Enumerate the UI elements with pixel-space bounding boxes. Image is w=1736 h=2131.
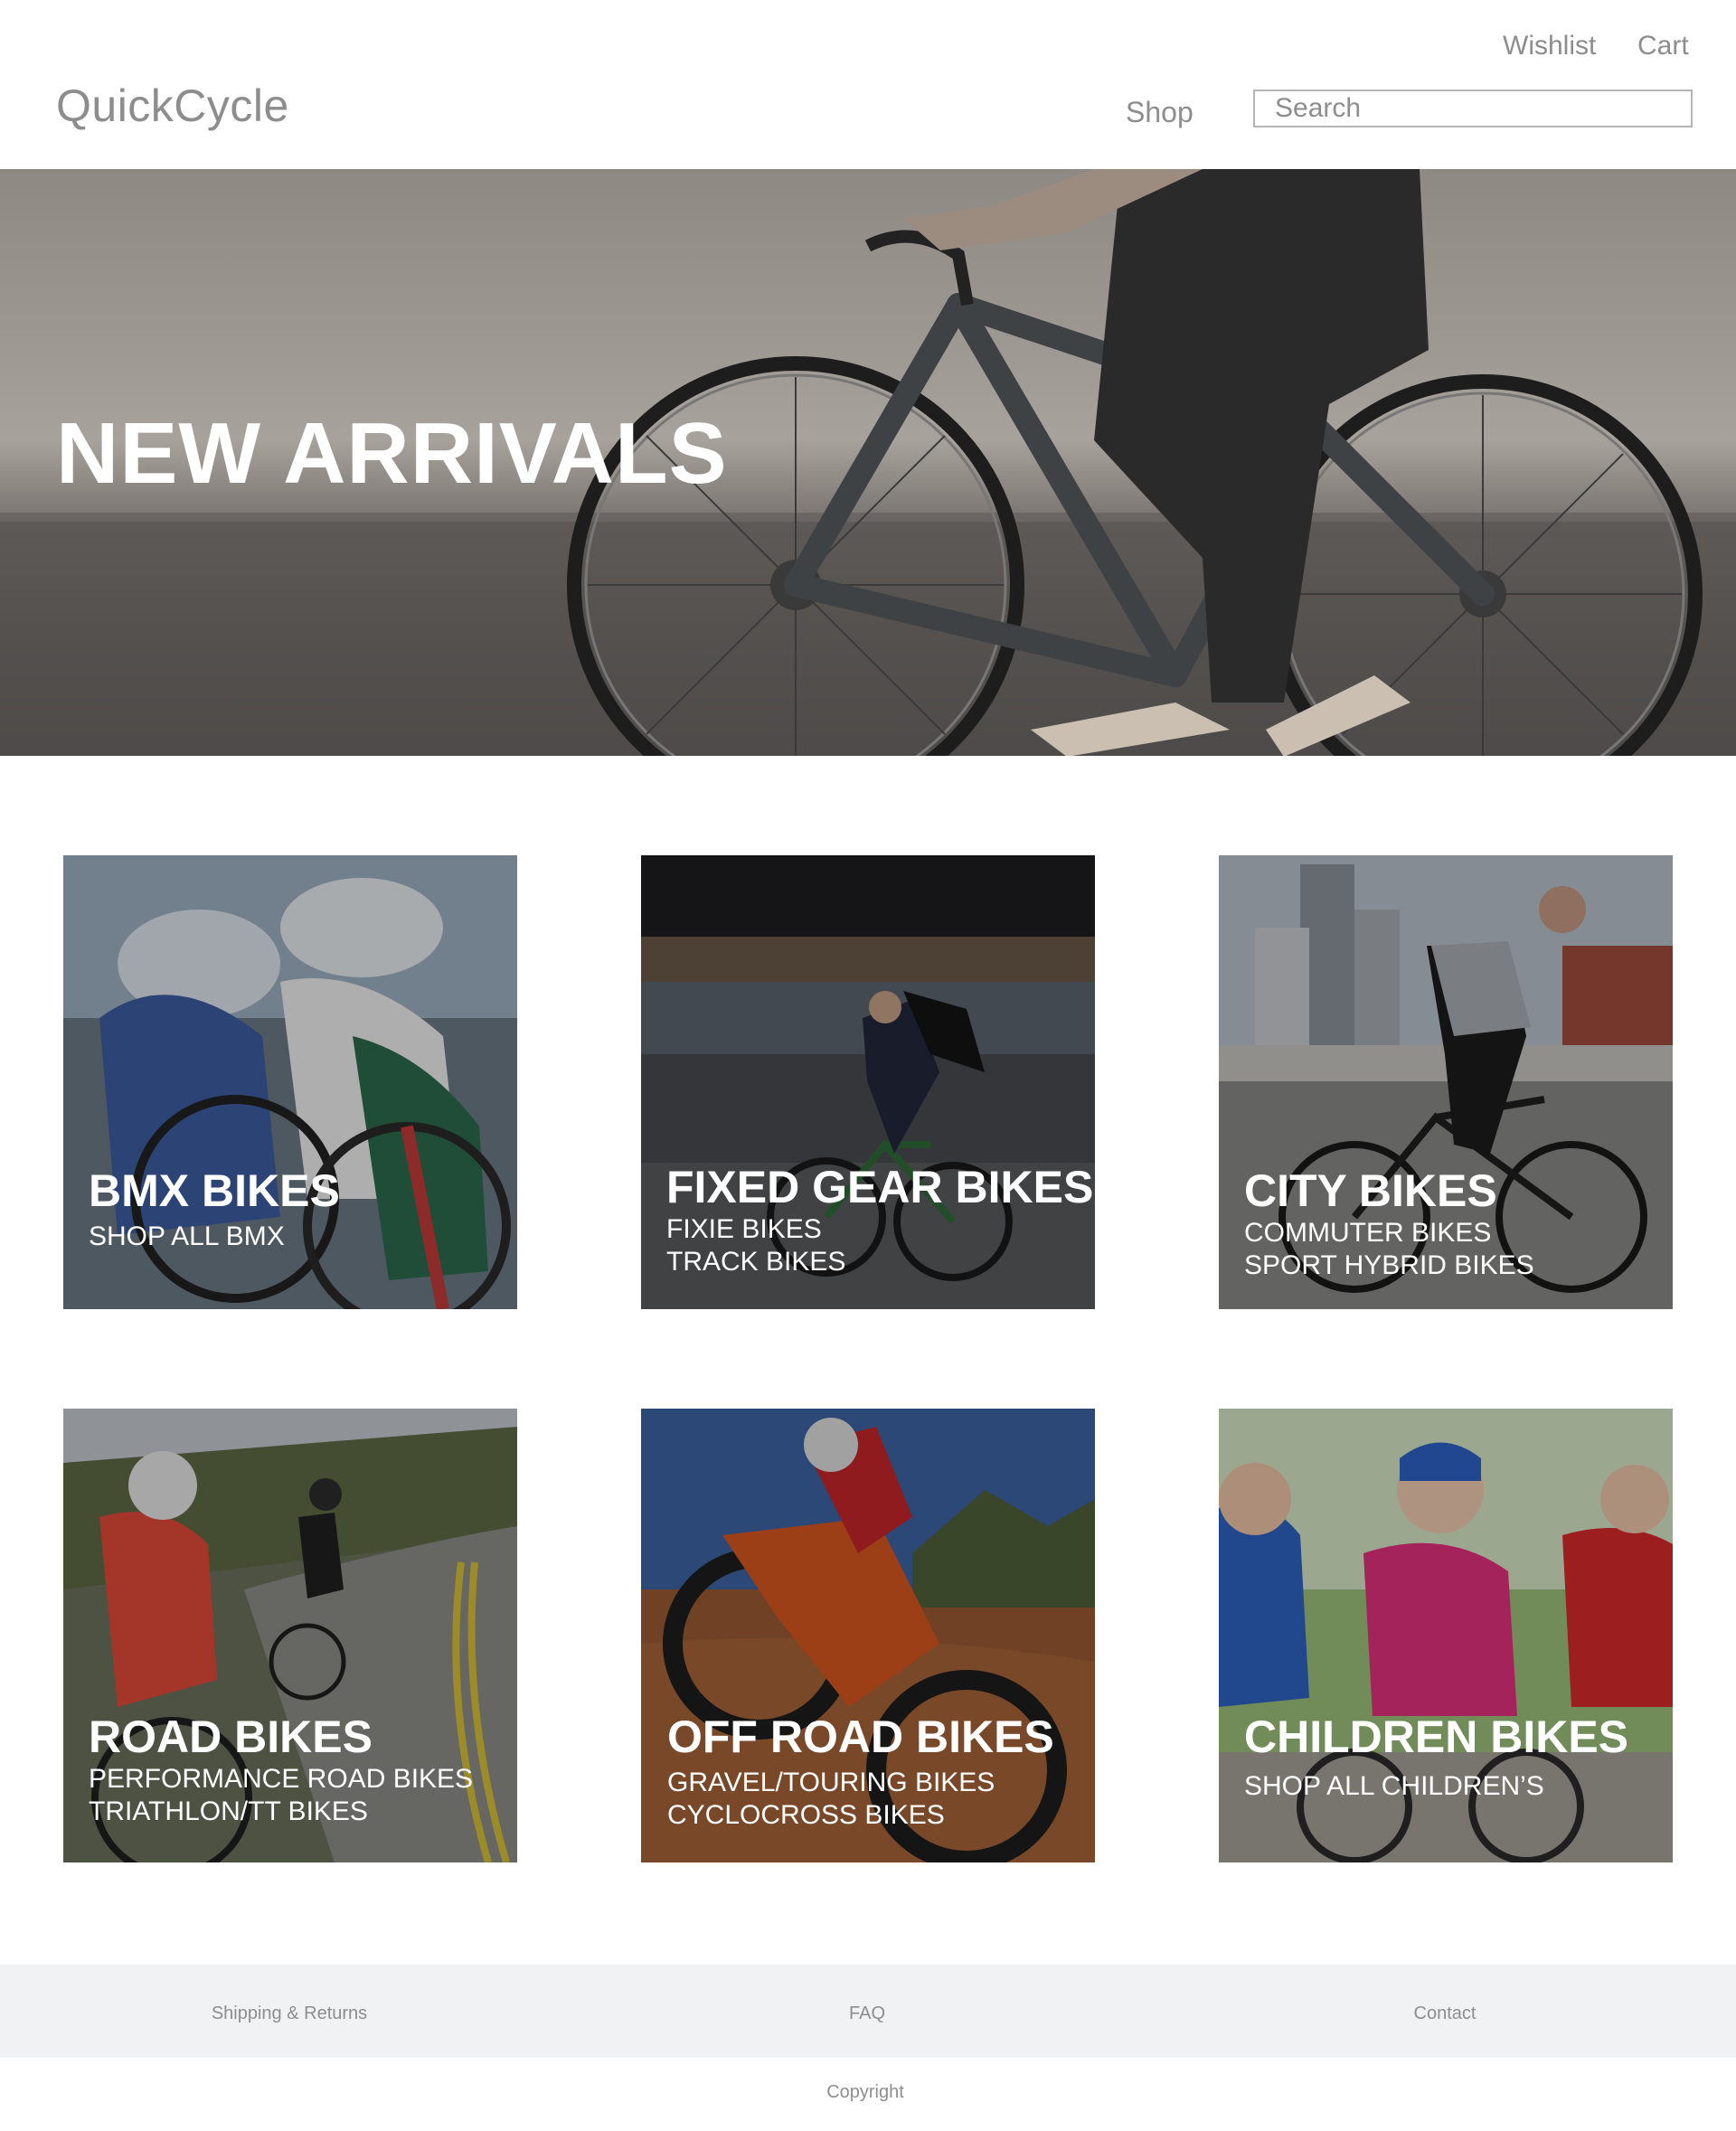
tile-caption: CITY BIKES COMMUTER BIKES SPORT HYBRID B…: [1244, 1166, 1534, 1282]
search-box[interactable]: [1253, 90, 1693, 127]
site-header: QuickCycle Wishlist Cart Shop: [0, 0, 1736, 169]
copyright-text: Copyright: [826, 2082, 904, 2102]
category-link[interactable]: FIXIE BIKES: [666, 1213, 1093, 1246]
tile-caption: OFF ROAD BIKES GRAVEL/TOURING BIKES CYCL…: [667, 1712, 1054, 1832]
category-link[interactable]: COMMUTER BIKES: [1244, 1217, 1534, 1249]
category-tile-bmx[interactable]: BMX BIKES SHOP ALL BMX: [63, 855, 517, 1309]
category-link[interactable]: GRAVEL/TOURING BIKES: [667, 1767, 1054, 1799]
tile-caption: FIXED GEAR BIKES FIXIE BIKES TRACK BIKES: [666, 1163, 1093, 1278]
category-tile-road[interactable]: ROAD BIKES PERFORMANCE ROAD BIKES TRIATH…: [63, 1409, 517, 1862]
cart-link[interactable]: Cart: [1637, 31, 1689, 61]
wishlist-link[interactable]: Wishlist: [1503, 31, 1596, 61]
category-link[interactable]: PERFORMANCE ROAD BIKES: [89, 1763, 473, 1796]
category-title[interactable]: FIXED GEAR BIKES: [666, 1163, 1093, 1212]
category-tile-children[interactable]: CHILDREN BIKES SHOP ALL CHILDREN’S: [1219, 1409, 1673, 1862]
category-tile-off-road[interactable]: OFF ROAD BIKES GRAVEL/TOURING BIKES CYCL…: [641, 1409, 1095, 1862]
category-tile-fixed-gear[interactable]: FIXED GEAR BIKES FIXIE BIKES TRACK BIKES: [641, 855, 1095, 1309]
shop-menu-link[interactable]: Shop: [1126, 96, 1194, 129]
footer-link-shipping-returns[interactable]: Shipping & Returns: [212, 2004, 367, 2024]
footer-link-contact[interactable]: Contact: [1414, 2004, 1477, 2024]
category-title[interactable]: OFF ROAD BIKES: [667, 1712, 1054, 1761]
site-logo[interactable]: QuickCycle: [56, 80, 289, 132]
category-link[interactable]: SHOP ALL CHILDREN’S: [1244, 1770, 1628, 1803]
category-title[interactable]: ROAD BIKES: [89, 1712, 473, 1761]
hero-title: NEW ARRIVALS: [56, 405, 728, 502]
search-input[interactable]: [1255, 91, 1691, 126]
category-tile-city[interactable]: CITY BIKES COMMUTER BIKES SPORT HYBRID B…: [1219, 855, 1673, 1309]
category-link[interactable]: CYCLOCROSS BIKES: [667, 1799, 1054, 1832]
tile-caption: CHILDREN BIKES SHOP ALL CHILDREN’S: [1244, 1712, 1628, 1803]
tile-caption: BMX BIKES SHOP ALL BMX: [89, 1166, 340, 1253]
category-link[interactable]: TRIATHLON/TT BIKES: [89, 1796, 473, 1828]
category-title[interactable]: CITY BIKES: [1244, 1166, 1534, 1215]
category-link[interactable]: SPORT HYBRID BIKES: [1244, 1249, 1534, 1282]
category-link[interactable]: SHOP ALL BMX: [89, 1221, 340, 1253]
footer-link-faq[interactable]: FAQ: [849, 2004, 885, 2024]
tile-caption: ROAD BIKES PERFORMANCE ROAD BIKES TRIATH…: [89, 1712, 473, 1828]
hero-banner[interactable]: NEW ARRIVALS: [0, 169, 1736, 756]
category-link[interactable]: TRACK BIKES: [666, 1246, 1093, 1278]
site-footer: Shipping & Returns FAQ Contact: [0, 1965, 1736, 2058]
category-title[interactable]: BMX BIKES: [89, 1166, 340, 1215]
category-title[interactable]: CHILDREN BIKES: [1244, 1712, 1628, 1761]
